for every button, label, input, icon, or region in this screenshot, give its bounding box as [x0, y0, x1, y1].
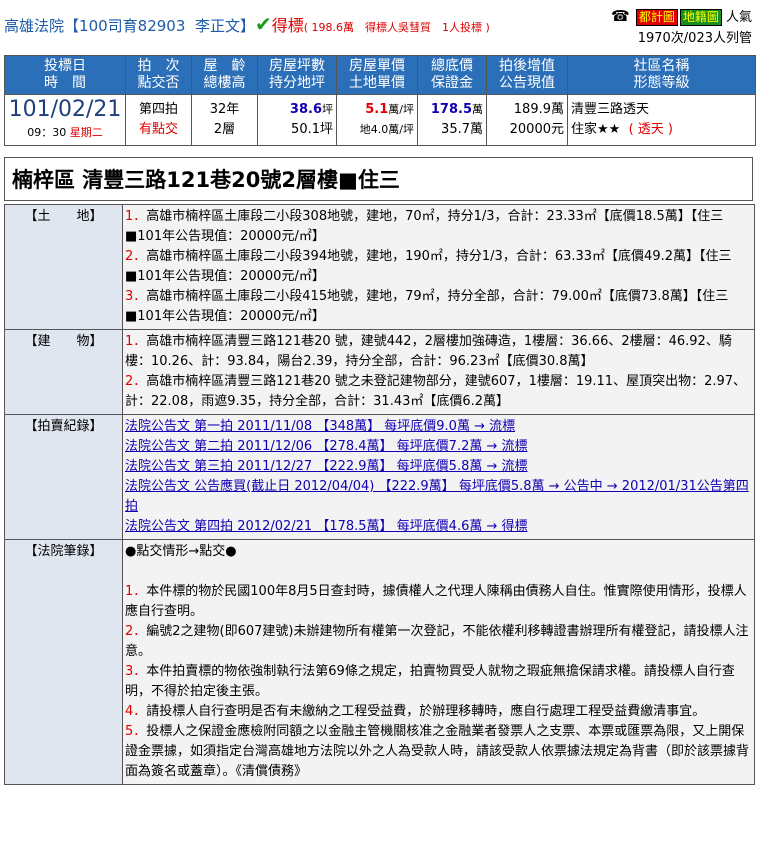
value-cell: 189.9萬 20000元	[486, 94, 568, 146]
deposit: 35.7萬	[441, 122, 483, 137]
list-item: 1．本件標的物於民國100年8月5日查封時，據債權人之代理人陳稱由債務人自住。惟…	[125, 584, 747, 619]
auction-date-cell: 101/02/21 09：30 星期二	[4, 94, 126, 146]
total-floors: 2層	[213, 122, 236, 137]
auction-time: 09：30	[27, 126, 67, 139]
notes-content: ●點交情形→點交● 1．本件標的物於民國100年8月5日查封時，據債權人之代理人…	[122, 539, 755, 785]
header-community: 社區名稱 形態等級	[567, 55, 756, 95]
judge-name: 李正文	[194, 17, 240, 35]
list-item: 5．投標人之保證金應檢附同額之以金融主管機關核准之金融業者發票人之支票、本票或匯…	[125, 724, 750, 779]
list-item: 2．高雄市楠梓區清豐三路121巷20 號之未登記建物部分，建號607，1樓層：1…	[125, 374, 747, 409]
house-ping: 38.6	[289, 102, 322, 117]
auction-record-link-5[interactable]: 法院公告文 第四拍 2012/02/21 【178.5萬】 每坪底價4.6萬 →…	[125, 517, 751, 537]
list-item: 4．請投標人自行查明是否有未繳納之工程受益費，於辦理移轉時，應自行處理工程受益費…	[125, 704, 706, 719]
detail-table: 【土 地】 1．高雄市楠梓區土庫段二小段308地號，建地，70㎡，持分1/3，合…	[4, 204, 755, 785]
summary-table: 投標日時 間 拍 次點交否 屋 齡總樓高 房屋坪數 持分地坪 房屋單價 土地單價 總…	[4, 55, 756, 146]
view-count: 1970次/023人列管	[637, 31, 752, 46]
header-area: 房屋坪數 持分地坪	[257, 55, 337, 95]
header-round: 拍 次點交否	[125, 55, 192, 95]
land-ping: 50.1坪	[291, 122, 333, 137]
list-item: 3．本件拍賣標的物依強制執行法第69條之規定，拍賣物買受人就物之瑕疵無擔保請求權…	[125, 664, 735, 699]
house-age: 32年	[209, 102, 240, 117]
auction-content: 法院公告文 第一拍 2011/11/08 【348萬】 每坪底價9.0萬 → 流…	[122, 414, 755, 540]
top-bar: 高雄法院【100司育82903 李正文】✔得標( 198.6萬 得標人吳彗質 1…	[0, 0, 760, 52]
property-address-heading: 楠梓區 清豐三路121巷20號2層樓■住三	[4, 157, 753, 201]
age-cell: 32年 2層	[191, 94, 258, 146]
list-item: 2．編號2之建物(即607建號)未辦建物所有權第一次登記，不能依權利移轉證書辦理…	[125, 624, 749, 659]
land-content: 1．高雄市楠梓區土庫段二小段308地號，建地，70㎡，持分1/3，合計：23.3…	[122, 204, 755, 330]
auction-record-link-2[interactable]: 法院公告文 第二拍 2011/12/06 【278.4萬】 每坪底價7.2萬 →…	[125, 437, 751, 457]
building-content: 1．高雄市楠梓區清豐三路121巷20 號，建號442，2層樓加強磚造，1樓層：3…	[122, 329, 755, 415]
court-name: 高雄法院	[4, 17, 65, 35]
auction-section: 【拍賣紀錄】 法院公告文 第一拍 2011/11/08 【348萬】 每坪底價9…	[4, 414, 755, 540]
round-cell: 第四拍 有點交	[125, 94, 192, 146]
case-number: 100司育82903	[79, 17, 186, 35]
appreciation: 189.9萬	[513, 102, 564, 117]
area-cell: 38.6坪 50.1坪	[257, 94, 337, 146]
header-age: 屋 齡總樓高	[191, 55, 258, 95]
handover-note: ●點交情形→點交●	[125, 544, 237, 559]
land-unit-price: 地4.0萬/坪	[359, 123, 414, 136]
summary-data-row: 101/02/21 09：30 星期二 第四拍 有點交 32年 2層 38.6坪…	[4, 94, 756, 146]
cadastral-map-button[interactable]: 地籍圖	[679, 9, 722, 26]
auction-weekday: 星期二	[69, 126, 103, 139]
status-badge: 得標	[271, 16, 304, 35]
notes-section: 【法院筆錄】 ●點交情形→點交● 1．本件標的物於民國100年8月5日查封時，據…	[4, 539, 755, 785]
total-cell: 178.5萬 35.7萬	[417, 94, 487, 146]
header-unit-price: 房屋單價 土地單價	[336, 55, 418, 95]
auction-record-link-3[interactable]: 法院公告文 第三拍 2011/12/27 【222.9萬】 每坪底價5.8萬 →…	[125, 457, 751, 477]
list-item: 2．高雄市楠梓區土庫段二小段394地號，建地，190㎡，持分1/3，合計：63.…	[125, 249, 732, 284]
phone-icon: ☎	[610, 7, 630, 25]
community-cell: 清豐三路透天 住家★★ ( 透天 )	[567, 94, 756, 146]
building-section: 【建 物】 1．高雄市楠梓區清豐三路121巷20 號，建號442，2層樓加強磚造…	[4, 329, 755, 415]
building-type: ( 透天 )	[628, 122, 673, 137]
summary-header-row: 投標日時 間 拍 次點交否 屋 齡總樓高 房屋坪數 持分地坪 房屋單價 土地單價 總…	[4, 55, 756, 95]
building-label: 【建 物】	[4, 329, 123, 415]
announced-value: 20000元	[509, 122, 564, 137]
handover-status: 有點交	[138, 122, 178, 137]
header-date: 投標日時 間	[4, 55, 126, 95]
list-item: 1．高雄市楠梓區土庫段二小段308地號，建地，70㎡，持分1/3，合計：23.3…	[125, 209, 724, 244]
auction-label: 【拍賣紀錄】	[4, 414, 123, 540]
top-right-panel: ☎ 都計圖 地籍圖 人氣 1970次/023人列管	[611, 6, 752, 49]
notes-label: 【法院筆錄】	[4, 539, 123, 785]
auction-record-link-1[interactable]: 法院公告文 第一拍 2011/11/08 【348萬】 每坪底價9.0萬 → 流…	[125, 417, 751, 437]
header-total: 總底價 保證金	[417, 55, 487, 95]
case-title: 高雄法院【100司育82903 李正文】✔得標( 198.6萬 得標人吳彗質 1…	[4, 12, 490, 36]
auction-record-link-4[interactable]: 法院公告文 公告應買(截止日 2012/04/04) 【222.9萬】 每坪底價…	[125, 477, 751, 517]
bid-detail: ( 198.6萬 得標人吳彗質 1人投標 )	[303, 21, 490, 34]
auction-date: 101/02/21	[8, 97, 122, 122]
list-item: 1．高雄市楠梓區清豐三路121巷20 號，建號442，2層樓加強磚造，1樓層：3…	[125, 334, 732, 369]
land-section: 【土 地】 1．高雄市楠梓區土庫段二小段308地號，建地，70㎡，持分1/3，合…	[4, 204, 755, 330]
house-unit-price: 5.1	[365, 102, 389, 117]
header-value: 拍後增值 公告現值	[486, 55, 568, 95]
popularity-label: 人氣	[725, 10, 752, 25]
checkmark-icon: ✔	[254, 12, 272, 36]
total-base-price: 178.5	[430, 102, 472, 117]
city-plan-button[interactable]: 都計圖	[635, 9, 678, 26]
unit-price-cell: 5.1萬/坪 地4.0萬/坪	[336, 94, 418, 146]
grade: 住家★★	[571, 122, 621, 137]
land-label: 【土 地】	[4, 204, 123, 330]
auction-round: 第四拍	[138, 102, 178, 117]
list-item: 3．高雄市楠梓區土庫段二小段415地號，建地，79㎡，持分全部，合計：79.00…	[125, 289, 729, 324]
community-name: 清豐三路透天	[571, 102, 650, 117]
